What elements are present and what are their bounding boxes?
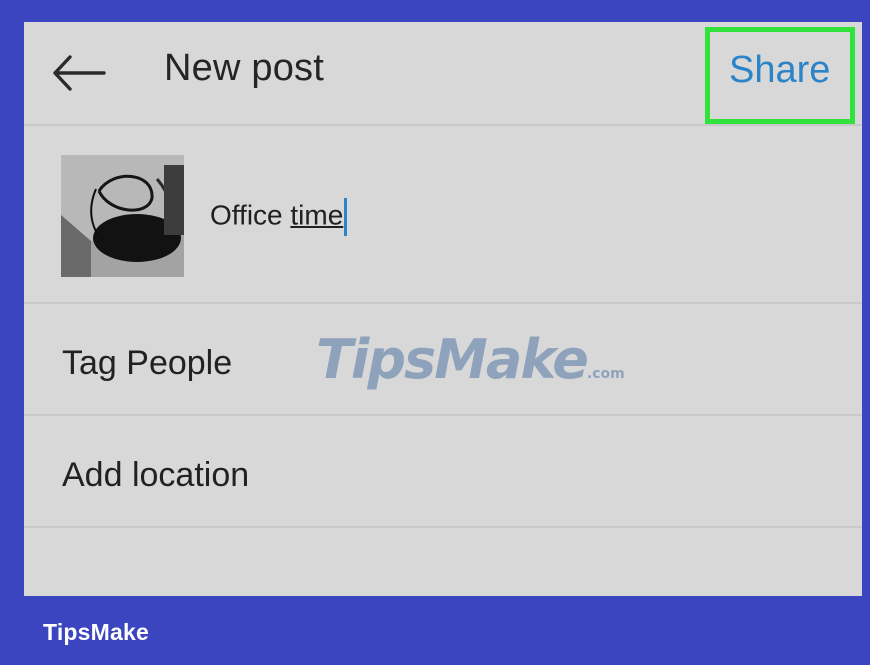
text-cursor bbox=[344, 198, 348, 236]
caption-row: Office time bbox=[24, 126, 862, 304]
new-post-screen: New post Share Office time Tag People Ad… bbox=[24, 22, 862, 596]
add-location-row[interactable]: Add location bbox=[24, 416, 862, 528]
add-location-label: Add location bbox=[62, 456, 250, 494]
thumbnail-image bbox=[61, 155, 184, 277]
post-thumbnail bbox=[61, 155, 184, 277]
top-app-bar: New post Share bbox=[24, 22, 862, 126]
arrow-left-icon[interactable] bbox=[50, 52, 108, 94]
footer-brand: TipsMake bbox=[43, 619, 149, 645]
partially-visible-row[interactable] bbox=[24, 528, 862, 596]
footer-bar: TipsMake bbox=[0, 596, 870, 665]
share-button[interactable]: Share bbox=[729, 49, 830, 92]
watermark: TipsMake.com bbox=[316, 325, 636, 395]
caption-input[interactable]: Office time bbox=[210, 198, 348, 236]
page-title: New post bbox=[164, 47, 325, 89]
caption-text: Office bbox=[210, 199, 283, 231]
tag-people-label: Tag People bbox=[62, 344, 233, 382]
watermark-suffix: .com bbox=[586, 366, 625, 382]
arrow-left-svg bbox=[53, 55, 106, 91]
caption-underlined-word: time bbox=[290, 199, 344, 231]
watermark-text: TipsMake bbox=[316, 328, 589, 391]
